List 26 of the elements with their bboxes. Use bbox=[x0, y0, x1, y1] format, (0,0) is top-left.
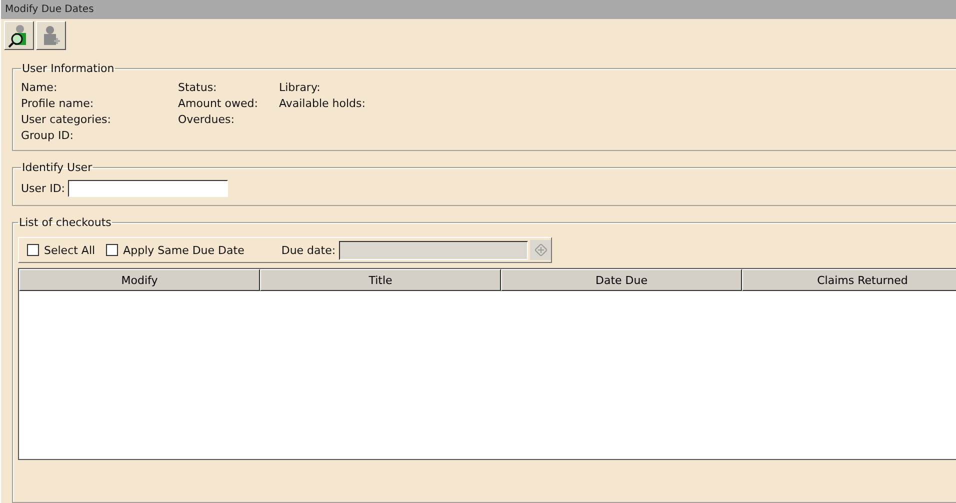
field-label: User categories: bbox=[21, 113, 112, 126]
column-header[interactable]: Modify bbox=[19, 269, 260, 291]
field-label: Amount owed: bbox=[178, 97, 259, 110]
column-header[interactable]: Date Due bbox=[501, 269, 742, 291]
user-id-field[interactable] bbox=[68, 180, 228, 197]
field-label: Profile name: bbox=[21, 97, 95, 110]
field-label: Overdues: bbox=[178, 113, 236, 126]
panel-legend: User Information bbox=[21, 62, 116, 75]
checkbox[interactable] bbox=[27, 244, 39, 256]
column-header[interactable]: Claims Returned bbox=[742, 269, 956, 291]
toolbar-button[interactable] bbox=[4, 21, 34, 50]
field-label: Status: bbox=[178, 81, 218, 94]
field-label: User ID: bbox=[21, 182, 65, 195]
diamond-icon bbox=[534, 244, 547, 256]
field-label: Due date: bbox=[281, 244, 336, 256]
column-header[interactable]: Title bbox=[260, 269, 501, 291]
panel-legend: List of checkouts bbox=[18, 216, 112, 229]
checkbox-label: Apply Same Due Date bbox=[123, 244, 244, 256]
field-label: Name: bbox=[21, 81, 58, 94]
checkbox-label: Select All bbox=[44, 244, 96, 256]
field-label: Library: bbox=[279, 81, 322, 94]
window-title: Modify Due Dates bbox=[1, 0, 956, 19]
field-label: Available holds: bbox=[279, 97, 366, 110]
field-label: Group ID: bbox=[21, 129, 74, 142]
checkbox[interactable] bbox=[106, 244, 118, 256]
panel-legend: Identify User bbox=[21, 161, 94, 174]
